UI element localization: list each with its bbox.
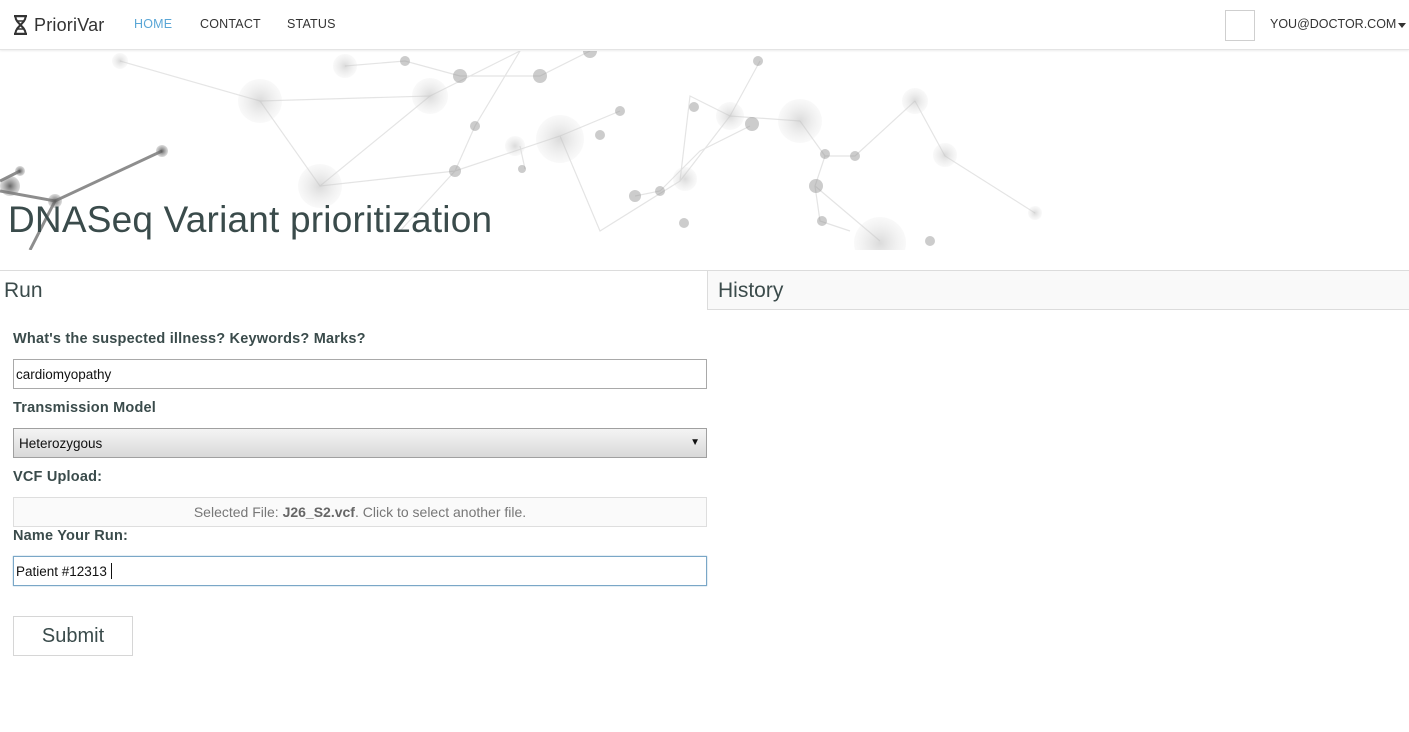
caret-down-icon	[1398, 22, 1407, 28]
transmission-model-select[interactable]: Heterozygous ▼	[13, 428, 707, 458]
run-panel-title: Run	[4, 279, 43, 302]
dna-icon	[14, 15, 27, 35]
history-panel-title: History	[718, 279, 784, 302]
transmission-model-value: Heterozygous	[19, 436, 103, 451]
vcf-file-dropzone[interactable]: Selected File: J26_S2.vcf. Click to sele…	[13, 497, 707, 527]
nav-status-link[interactable]: STATUS	[287, 17, 336, 31]
user-menu-dropdown[interactable]: YOU@DOCTOR.COM	[1270, 17, 1407, 31]
submit-button[interactable]: Submit	[13, 616, 133, 656]
avatar[interactable]	[1225, 10, 1255, 41]
vcf-selected-suffix: . Click to select another file.	[354, 504, 527, 520]
vcf-upload-label: VCF Upload:	[13, 469, 103, 485]
run-name-input[interactable]	[13, 556, 707, 586]
navbar: PrioriVar HOME CONTACT STATUS YOU@DOCTOR…	[0, 0, 1409, 50]
triangle-down-icon: ▼	[690, 437, 700, 448]
text-cursor	[111, 563, 112, 579]
run-name-label: Name Your Run:	[13, 528, 129, 544]
brand-name: PrioriVar	[34, 14, 105, 35]
illness-label: What's the suspected illness? Keywords? …	[13, 331, 366, 347]
vcf-selected-prefix: Selected File:	[193, 504, 283, 520]
tab-history[interactable]: History	[707, 270, 1409, 310]
hero-banner: DNASeq Variant prioritization	[0, 51, 1409, 250]
illness-input[interactable]	[13, 359, 707, 389]
vcf-filename: J26_S2.vcf	[282, 504, 355, 520]
nav-contact-link[interactable]: CONTACT	[200, 17, 261, 31]
brand-link[interactable]: PrioriVar	[12, 13, 104, 37]
tab-run[interactable]: Run	[0, 270, 708, 310]
nav-home-link[interactable]: HOME	[134, 17, 172, 31]
user-email: YOU@DOCTOR.COM	[1270, 17, 1397, 31]
transmission-model-label: Transmission Model	[13, 400, 156, 416]
page-title: DNASeq Variant prioritization	[8, 199, 493, 240]
